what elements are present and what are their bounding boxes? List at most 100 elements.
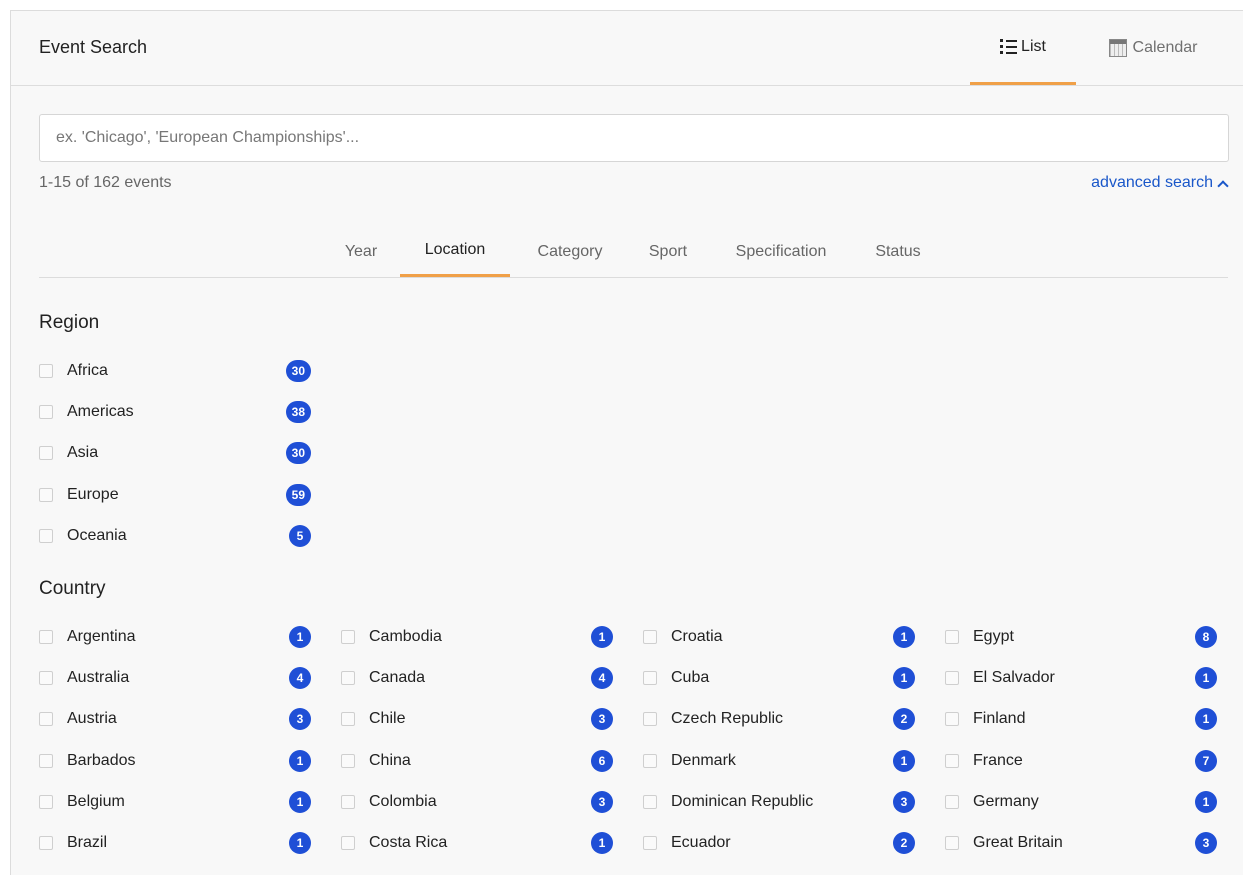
checkbox[interactable] <box>341 794 355 809</box>
filter-option[interactable]: Asia 30 <box>39 438 311 468</box>
filter-option[interactable]: Egypt 8 <box>945 622 1217 652</box>
checkbox[interactable] <box>643 836 657 850</box>
checkbox[interactable] <box>945 836 959 850</box>
filter-option[interactable]: Oceania 5 <box>39 521 311 551</box>
filter-option[interactable]: Great Britain 3 <box>945 828 1217 858</box>
checkbox[interactable] <box>341 753 355 768</box>
filter-option[interactable]: Ecuador 2 <box>643 828 915 858</box>
filter-option[interactable]: El Salvador 1 <box>945 663 1217 693</box>
checkbox[interactable] <box>39 836 53 850</box>
count-badge: 1 <box>289 832 311 854</box>
checkbox[interactable] <box>643 794 657 809</box>
tab-list-view[interactable]: List <box>970 11 1076 85</box>
option-label: Cuba <box>671 669 710 687</box>
checkbox[interactable] <box>39 630 53 644</box>
count-badge: 1 <box>591 626 613 648</box>
checkbox[interactable] <box>39 712 53 727</box>
tab-specification[interactable]: Specification <box>715 226 847 277</box>
filter-option[interactable]: Argentina 1 <box>39 622 311 652</box>
checkbox[interactable] <box>945 753 959 768</box>
count-badge: 7 <box>1195 749 1217 772</box>
checkbox[interactable] <box>341 712 355 727</box>
option-label: Denmark <box>671 751 736 769</box>
filter-option[interactable]: Belgium 1 <box>39 787 311 817</box>
count-badge: 2 <box>893 832 915 854</box>
filter-option[interactable]: Canada 4 <box>341 663 613 693</box>
option-label: Austria <box>67 710 117 728</box>
option-label: Great Britain <box>973 834 1063 851</box>
tab-sport[interactable]: Sport <box>633 226 703 277</box>
checkbox[interactable] <box>39 364 53 378</box>
option-label: Asia <box>67 444 99 462</box>
filter-option[interactable]: Colombia 3 <box>341 787 613 817</box>
checkbox[interactable] <box>643 753 657 768</box>
checkbox[interactable] <box>39 671 53 686</box>
filter-option[interactable]: Europe 59 <box>39 480 311 510</box>
checkbox[interactable] <box>39 528 53 543</box>
checkbox[interactable] <box>945 794 959 809</box>
country-heading: Country <box>39 578 106 599</box>
checkbox[interactable] <box>341 836 355 850</box>
filter-option[interactable]: Czech Republic 2 <box>643 704 915 734</box>
filter-option[interactable]: Brazil 1 <box>39 828 311 858</box>
tab-calendar-view[interactable]: Calendar <box>1091 11 1215 85</box>
filter-option[interactable]: Costa Rica 1 <box>341 828 613 858</box>
filter-option[interactable]: Australia 4 <box>39 663 311 693</box>
advanced-search-link[interactable]: advanced search <box>1091 174 1229 192</box>
tab-status[interactable]: Status <box>858 226 938 277</box>
option-label: Chile <box>369 710 406 728</box>
checkbox[interactable] <box>39 487 53 502</box>
filter-option[interactable]: Cuba 1 <box>643 663 915 693</box>
count-badge: 1 <box>893 626 915 648</box>
event-search-panel: Event Search List Calendar 1-15 of 162 e… <box>10 10 1243 875</box>
count-badge: 1 <box>289 749 311 772</box>
option-label: Costa Rica <box>369 834 448 851</box>
count-badge: 59 <box>285 483 311 506</box>
filter-option[interactable]: Barbados 1 <box>39 746 311 776</box>
checkbox[interactable] <box>39 753 53 768</box>
option-label: Egypt <box>973 628 1014 645</box>
search-field[interactable] <box>39 114 1229 162</box>
checkbox[interactable] <box>945 671 959 686</box>
option-label: Africa <box>67 362 108 379</box>
checkbox[interactable] <box>643 712 657 727</box>
count-badge: 30 <box>285 442 311 465</box>
checkbox[interactable] <box>945 630 959 644</box>
checkbox[interactable] <box>341 630 355 644</box>
option-label: Ecuador <box>671 834 731 851</box>
option-label: Argentina <box>67 628 136 645</box>
tab-calendar-label: Calendar <box>1132 39 1198 56</box>
filter-option[interactable]: Americas 38 <box>39 397 311 427</box>
filter-option[interactable]: Croatia 1 <box>643 622 915 652</box>
checkbox[interactable] <box>39 405 53 420</box>
count-badge: 1 <box>289 626 311 648</box>
tab-category[interactable]: Category <box>520 226 620 277</box>
checkbox[interactable] <box>39 446 53 461</box>
checkbox[interactable] <box>945 712 959 727</box>
search-input[interactable] <box>40 115 1228 161</box>
filter-option[interactable]: Dominican Republic 3 <box>643 787 915 817</box>
option-label: Americas <box>67 403 134 421</box>
filter-option[interactable]: Finland 1 <box>945 704 1217 734</box>
option-label: France <box>973 751 1023 769</box>
filter-option[interactable]: Austria 3 <box>39 704 311 734</box>
count-badge: 1 <box>1195 667 1217 690</box>
checkbox[interactable] <box>643 671 657 686</box>
count-badge: 3 <box>893 790 915 813</box>
filter-option[interactable]: Cambodia 1 <box>341 622 613 652</box>
filter-option[interactable]: Denmark 1 <box>643 746 915 776</box>
option-label: Brazil <box>67 834 108 851</box>
region-heading: Region <box>39 312 100 333</box>
count-badge: 1 <box>1195 708 1217 731</box>
filter-option[interactable]: France 7 <box>945 746 1217 776</box>
tab-location[interactable]: Location <box>400 226 510 277</box>
filter-option[interactable]: Germany 1 <box>945 787 1217 817</box>
tab-year[interactable]: Year <box>333 226 389 277</box>
checkbox[interactable] <box>643 630 657 644</box>
filter-option[interactable]: Africa 30 <box>39 356 311 386</box>
filter-option[interactable]: China 6 <box>341 746 613 776</box>
checkbox[interactable] <box>39 794 53 809</box>
option-label: Germany <box>973 792 1039 810</box>
checkbox[interactable] <box>341 671 355 686</box>
filter-option[interactable]: Chile 3 <box>341 704 613 734</box>
